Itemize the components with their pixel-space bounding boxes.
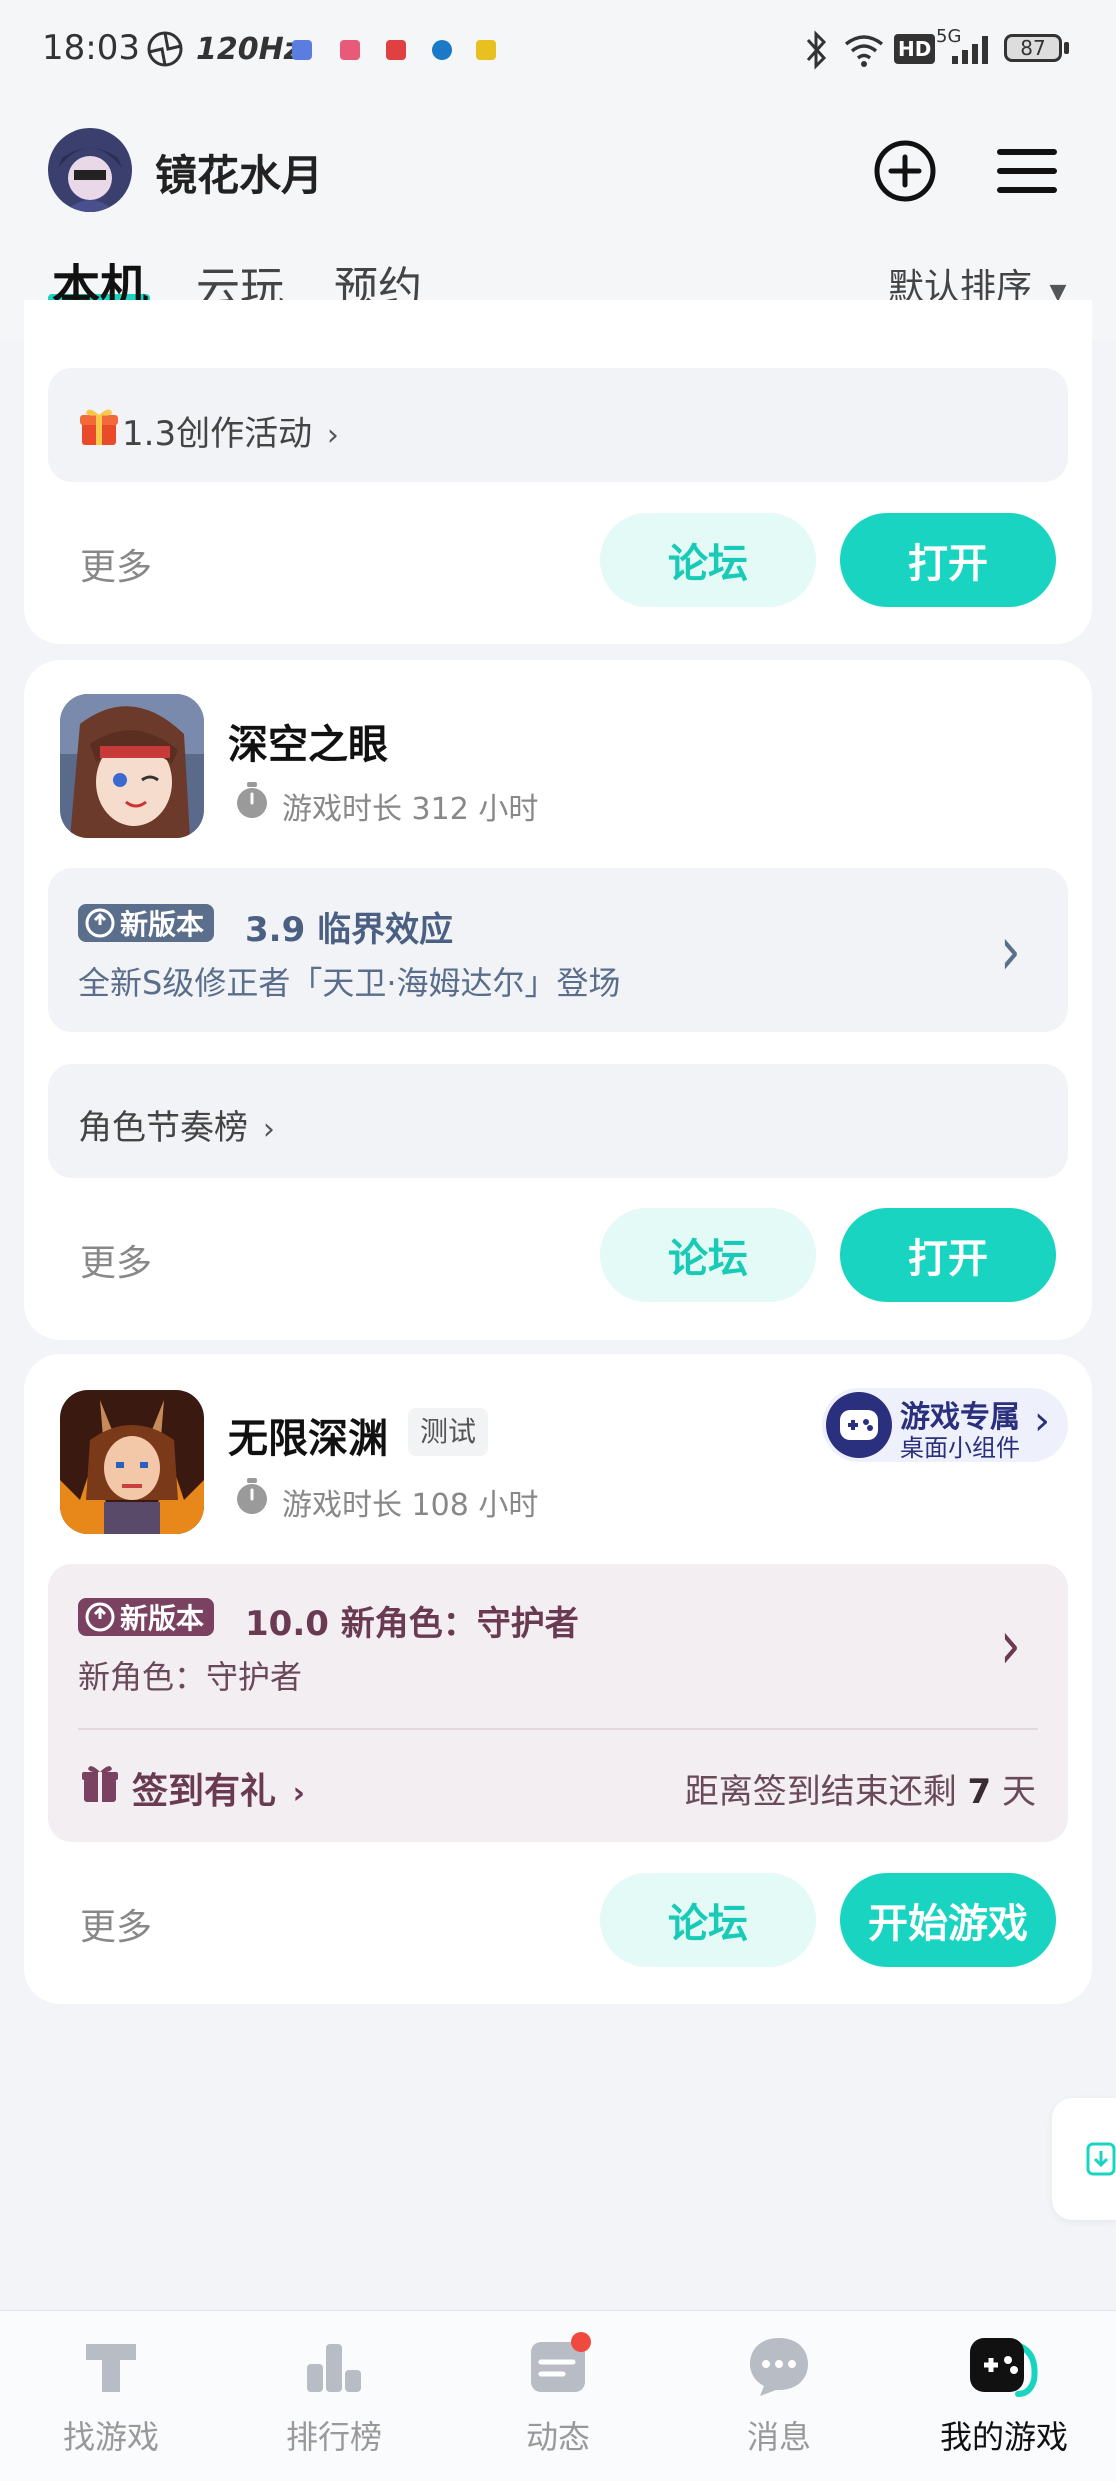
nav-label: 找游戏 (62, 2418, 159, 2456)
checkin-unit: 天 (1002, 1772, 1036, 1812)
divider (78, 1728, 1038, 1730)
chevron-right-icon: › (262, 1112, 275, 1147)
pinwheel-icon (147, 31, 183, 67)
new-version-badge: 新版本 (78, 1598, 215, 1636)
app-notif-icon (340, 40, 360, 60)
nav-my-games[interactable]: 我的游戏 (934, 2330, 1074, 2458)
more-link[interactable]: 更多 (80, 1898, 152, 1950)
chevron-right-icon: › (326, 418, 339, 453)
app-notif-icon (292, 40, 312, 60)
playtime: 游戏时长 312 小时 (282, 792, 539, 827)
battery-icon: 87 (1004, 34, 1062, 62)
refresh-icon (85, 908, 115, 938)
add-icon[interactable] (870, 136, 940, 206)
activity-link[interactable]: 1.3创作活动 › (122, 406, 339, 455)
checkin-title: 签到有礼 (132, 1771, 277, 1812)
refresh-icon (85, 1602, 115, 1632)
rank-link[interactable]: 角色节奏榜 › (78, 1100, 275, 1149)
app-notif-icon (432, 40, 452, 60)
forum-button[interactable]: 论坛 (600, 513, 816, 607)
gamepad-icon (826, 1392, 892, 1458)
badge-label: 新版本 (120, 908, 205, 941)
app-notif-icon (476, 40, 496, 60)
test-tag: 测试 (408, 1408, 489, 1456)
status-time: 18:03 (42, 28, 140, 68)
version-desc: 全新S级修正者「天卫·海姆达尔」登场 (78, 964, 621, 1002)
nav-label: 动态 (525, 2418, 590, 2456)
more-link[interactable]: 更多 (80, 538, 152, 590)
activity-title: 1.3创作活动 (122, 414, 313, 454)
gift-icon (82, 1766, 118, 1802)
version-title: 3.9 临界效应 (245, 910, 454, 950)
floating-download-tab[interactable] (1052, 2098, 1116, 2220)
forum-button[interactable]: 论坛 (600, 1873, 816, 1967)
open-button[interactable]: 打开 (840, 513, 1056, 607)
app-notif-icon (386, 40, 406, 60)
nav-label: 消息 (746, 2418, 811, 2456)
version-panel[interactable] (48, 868, 1068, 1032)
rank-title: 角色节奏榜 (78, 1108, 248, 1148)
nav-ranking[interactable]: 排行榜 (264, 2330, 404, 2458)
feed-icon (531, 2332, 591, 2392)
badge-label: 新版本 (120, 1602, 205, 1635)
game-name: 深空之眼 (228, 722, 388, 768)
open-button[interactable]: 打开 (840, 1208, 1056, 1302)
chevron-right-icon: › (1034, 1398, 1050, 1444)
chevron-right-icon: › (292, 1776, 305, 1811)
game-icon-shenkong[interactable] (60, 694, 204, 838)
game-icon-wuxian[interactable] (60, 1390, 204, 1534)
checkin-days: 7 (967, 1772, 992, 1812)
message-icon (750, 2338, 808, 2396)
menu-icon[interactable] (992, 136, 1062, 206)
battery-level: 87 (1020, 36, 1046, 60)
wifi-icon (844, 35, 884, 67)
battery-tip (1064, 42, 1069, 54)
ranking-icon (307, 2344, 361, 2392)
bluetooth-icon (806, 30, 827, 70)
nav-find-game[interactable]: 找游戏 (41, 2330, 181, 2458)
nav-label: 排行榜 (285, 2418, 382, 2456)
gift-icon (80, 409, 118, 445)
signal-icon (952, 36, 988, 64)
stopwatch-icon (237, 1478, 267, 1514)
refresh-rate: 120Hz (196, 32, 302, 67)
game-name: 无限深渊 (228, 1416, 388, 1462)
hd-icon: HD (894, 34, 936, 64)
more-link[interactable]: 更多 (80, 1234, 152, 1286)
find-game-icon (86, 2344, 136, 2392)
nav-label: 我的游戏 (939, 2418, 1068, 2456)
version-desc: 新角色：守护者 (78, 1658, 303, 1696)
nav-feed[interactable]: 动态 (488, 2330, 628, 2458)
forum-button[interactable]: 论坛 (600, 1208, 816, 1302)
checkin-countdown: 距离签到结束还剩 7 天 (685, 1764, 1036, 1813)
version-title: 10.0 新角色：守护者 (245, 1604, 579, 1644)
chevron-right-icon: › (1000, 1607, 1021, 1685)
username: 镜花水月 (155, 151, 324, 200)
checkin-link[interactable]: 签到有礼 › (132, 1762, 305, 1814)
nav-messages[interactable]: 消息 (709, 2330, 849, 2458)
playtime: 游戏时长 108 小时 (282, 1488, 539, 1523)
new-version-badge: 新版本 (78, 904, 215, 942)
checkin-prefix: 距离签到结束还剩 (684, 1772, 957, 1812)
avatar[interactable] (48, 128, 132, 212)
download-icon (1086, 2142, 1116, 2176)
widget-subtitle: 桌面小组件 (900, 1434, 1020, 1462)
stopwatch-icon (237, 782, 267, 818)
my-games-icon (970, 2338, 1038, 2397)
start-game-button[interactable]: 开始游戏 (840, 1873, 1056, 1967)
chevron-right-icon: › (1000, 913, 1021, 991)
